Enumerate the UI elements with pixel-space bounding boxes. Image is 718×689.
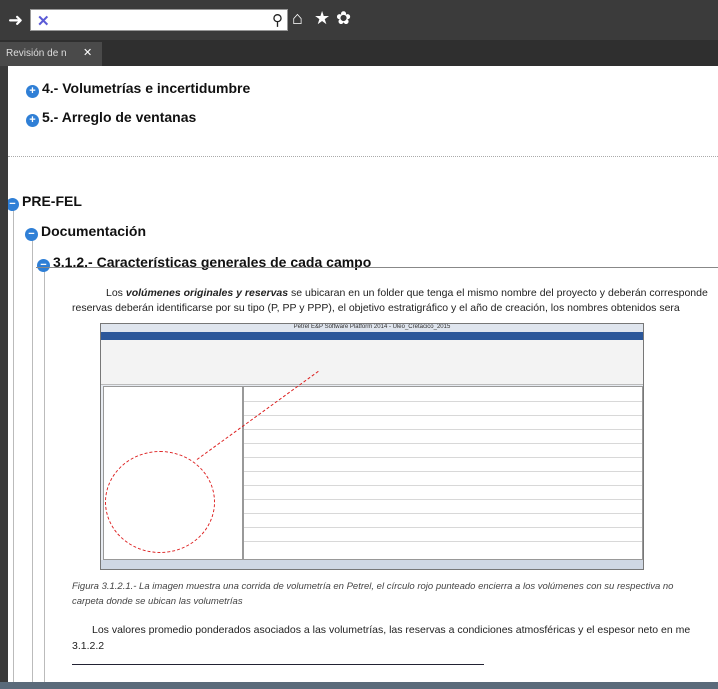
app-logo-icon: ✕: [37, 13, 50, 30]
tree-line: [44, 266, 45, 682]
petrel-screenshot: Petrel E&P Software Platform 2014 - Uleo…: [100, 323, 644, 570]
document-page: +4.- Volumetrías e incertidumbre +5.- Ar…: [8, 66, 718, 682]
search-icon[interactable]: ⚲: [272, 11, 283, 29]
petrel-title: Petrel E&P Software Platform 2014 - Uleo…: [101, 324, 643, 332]
red-dashed-circle: [105, 451, 215, 553]
taskbar: [0, 682, 718, 689]
section-4[interactable]: +4.- Volumetrías e incertidumbre: [26, 80, 250, 98]
figure-caption-line-1: Figura 3.1.2.1.- La imagen muestra una c…: [72, 581, 674, 592]
paragraph-2-line-1: Los valores promedio ponderados asociado…: [92, 624, 691, 636]
section-5[interactable]: +5.- Arreglo de ventanas: [26, 109, 196, 127]
petrel-menu: [101, 332, 643, 340]
expand-icon[interactable]: +: [26, 85, 39, 98]
section-documentacion[interactable]: − Documentación: [25, 223, 146, 241]
paragraph-1-line-1: Los volúmenes originales y reservas se u…: [106, 287, 708, 299]
paragraph-2-line-2: 3.1.2.2: [72, 640, 105, 652]
petrel-ribbon: [101, 340, 643, 385]
collapse-icon[interactable]: −: [8, 198, 19, 211]
search-input[interactable]: ✕ ⚲: [30, 9, 288, 31]
left-gutter: [0, 66, 8, 486]
tree-line: [13, 206, 14, 682]
tab-revision[interactable]: Revisión de n ✕: [0, 42, 102, 66]
gear-icon[interactable]: ✿: [336, 8, 351, 29]
section-prefel[interactable]: − PRE-FEL: [8, 193, 82, 211]
divider: [8, 156, 718, 157]
heading-underline: [36, 267, 718, 268]
collapse-icon[interactable]: −: [25, 228, 38, 241]
section-3-1-2[interactable]: −3.1.2.- Características generales de ca…: [37, 254, 371, 272]
home-icon[interactable]: ⌂: [292, 8, 303, 29]
collapse-icon[interactable]: −: [37, 259, 50, 272]
tab-label: Revisión de n: [6, 48, 67, 59]
expand-icon[interactable]: +: [26, 114, 39, 127]
browser-toolbar: ➜ ✕ ⚲ ⌂ ★ ✿: [0, 0, 718, 40]
bottom-rule: [72, 664, 484, 665]
tree-line: [32, 236, 33, 682]
arrow-right-icon[interactable]: ➜: [8, 10, 23, 31]
figure-caption-line-2: carpeta donde se ubican las volumetrías: [72, 596, 243, 607]
petrel-status-bar: [101, 560, 643, 569]
tab-bar: Revisión de n ✕: [0, 40, 718, 66]
star-icon[interactable]: ★: [314, 8, 330, 29]
petrel-spreadsheet: [243, 386, 643, 560]
paragraph-1-line-2: reservas deberán identificarse por su ti…: [72, 302, 680, 314]
close-icon[interactable]: ✕: [83, 46, 92, 59]
